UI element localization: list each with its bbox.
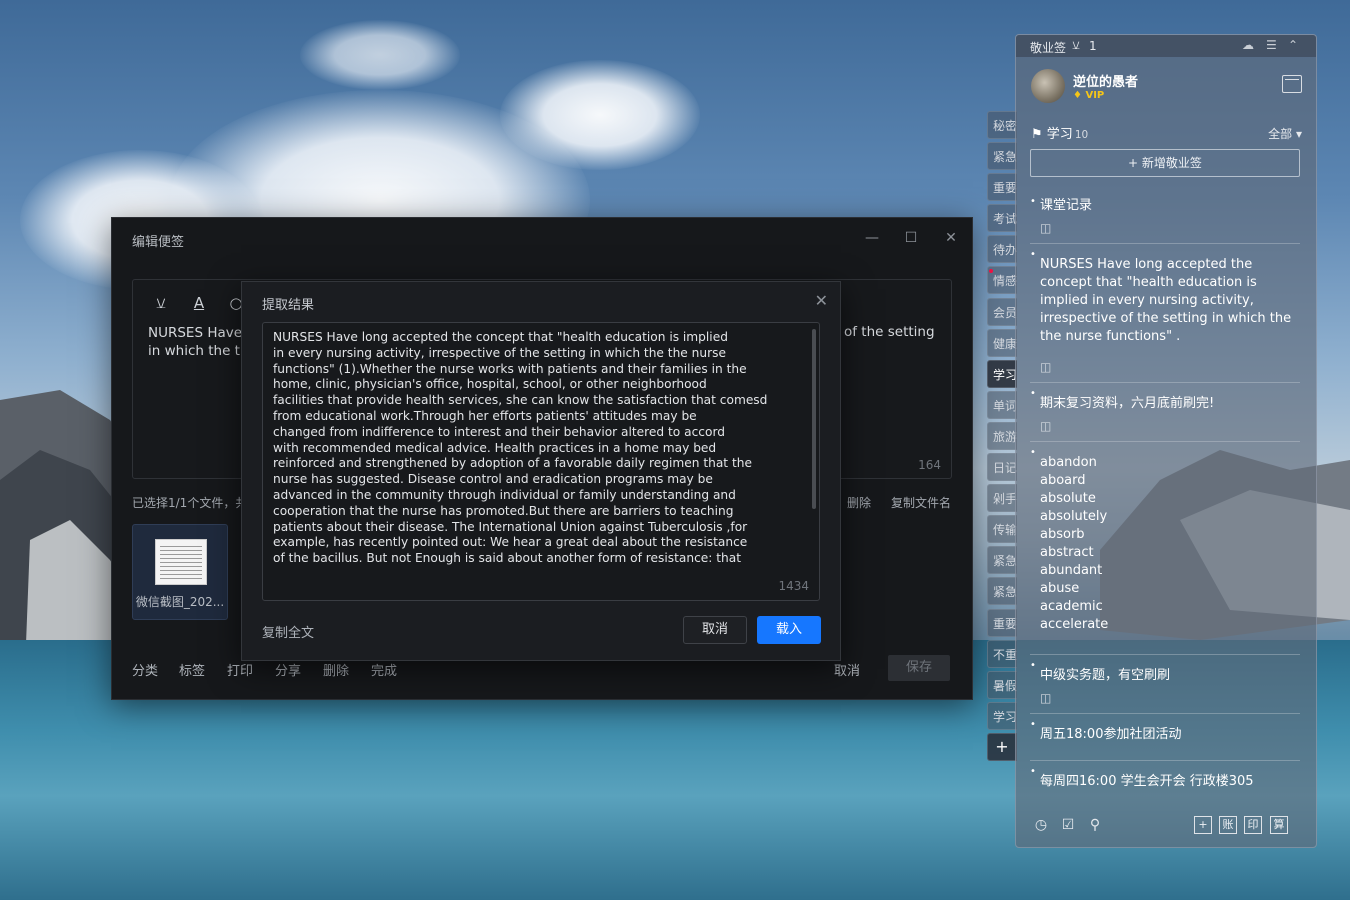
menu-icon[interactable]: ☰ [1266,38,1277,52]
copy-all-button[interactable]: 复制全文 [262,622,314,641]
tab-todo[interactable]: 待办 [987,235,1017,264]
tab-urgent-3[interactable]: 紧急 [987,577,1017,606]
filter-dropdown[interactable]: 全部 ▾ [1268,125,1302,142]
tab-shopping[interactable]: 剁手 [987,484,1017,513]
checklist-icon[interactable]: ☑ [1059,816,1077,834]
tab-diary[interactable]: 日记 [987,453,1017,482]
attachment-icon: ◫ [1040,691,1052,705]
bookmark-icon: ⚑ [1031,127,1043,142]
tab-important-2[interactable]: 重要 [987,608,1017,637]
avatar[interactable] [1031,69,1065,103]
attachment-thumbnail[interactable]: 微信截图_202... [132,524,228,620]
tab-not-important[interactable]: 不重 [987,639,1017,668]
list-item[interactable]: 中级实务题，有空刷刷 ◫ [1030,655,1300,714]
tab-summer[interactable]: 暑假 [987,670,1017,699]
window-title: 编辑便签 [132,235,185,250]
dialog-cancel-button[interactable]: 取消 [683,616,747,644]
note-text-right: of the setting [844,324,935,340]
thumbnail-label: 微信截图_202... [135,595,225,609]
panel-toolbar: ◷ ☑ ⚲ + 账 印 算 [1016,805,1316,847]
char-count: 164 [918,458,941,472]
maximize-button[interactable]: ☐ [899,226,923,250]
dialog-title: 提取结果 [262,298,315,313]
load-button[interactable]: 载入 [757,616,821,644]
screenshot-preview [155,539,207,585]
bell-icon[interactable]: ⚺ [152,294,170,312]
list-item[interactable]: 课堂记录 ◫ [1030,191,1300,244]
delete-file-link[interactable]: 删除 [847,494,871,511]
category-name: 学习 [1046,127,1073,142]
search-icon[interactable]: ⚲ [1086,816,1104,834]
list-item[interactable]: NURSES Have long accepted the concept th… [1030,244,1300,383]
delete-button[interactable]: 删除 [323,660,349,679]
add-box-button[interactable]: + [1194,816,1212,834]
tab-transfer[interactable]: 传输 [987,515,1017,544]
cancel-button[interactable]: 取消 [834,660,860,679]
extracted-text: NURSES Have long accepted the concept th… [273,330,768,566]
add-category-button[interactable]: + [987,732,1017,761]
tab-study[interactable]: 学习 [987,359,1017,388]
char-count: 1434 [778,579,809,593]
tab-travel[interactable]: 旅游 [987,421,1017,450]
minimize-button[interactable]: — [860,226,884,250]
note-list: 课堂记录 ◫ NURSES Have long accepted the con… [1030,191,1300,799]
tab-urgent[interactable]: 紧急 [987,142,1017,171]
tab-urgent-2[interactable]: 紧急 [987,546,1017,575]
copy-filename-link[interactable]: 复制文件名 [891,494,951,511]
username: 逆位的愚者 [1073,75,1139,90]
tag-button[interactable]: 标签 [179,660,205,679]
close-button[interactable]: ✕ [939,226,963,250]
account-button[interactable]: 账 [1219,816,1237,834]
category-button[interactable]: 分类 [132,660,158,679]
extract-result-dialog: 提取结果 ✕ NURSES Have long accepted the con… [241,281,841,661]
list-item[interactable]: 每周四16:00 学生会开会 行政楼305 [1030,761,1300,799]
category-count: 10 [1074,129,1089,141]
notification-icon[interactable]: ⚺ [1072,38,1080,53]
selection-info: 已选择1/1个文件，共 [132,496,248,510]
calendar-icon[interactable] [1282,75,1302,93]
app-name: 敬业签 [1030,41,1067,55]
note-text: NURSES Have l in which the th [148,325,251,359]
category-tabs: 秘密 紧急 重要 考试 待办 情感 会员 健康 学习 单词 旅游 日记 剁手 传… [987,111,1017,761]
attachment-icon: ◫ [1040,360,1052,374]
tab-secret[interactable]: 秘密 [987,111,1017,139]
done-button[interactable]: 完成 [371,660,397,679]
attachment-icon: ◫ [1040,419,1052,433]
print-button[interactable]: 印 [1244,816,1262,834]
attachment-icon: ◫ [1040,221,1052,235]
clock-icon[interactable]: ◷ [1032,816,1050,834]
list-item[interactable]: 周五18:00参加社团活动 [1030,714,1300,761]
panel-titlebar: 敬业签 ⚺ 1 ☁ ☰ ⌃ [1016,35,1316,57]
tab-health[interactable]: 健康 [987,328,1017,357]
current-category: ⚑ 学习 10 [1031,123,1088,142]
list-item[interactable]: abandon aboard absolute absolutely absor… [1030,442,1300,655]
calculate-button[interactable]: 算 [1270,816,1288,834]
vip-badge: ♦ VIP [1073,90,1105,101]
tab-member[interactable]: 会员 [987,297,1017,326]
share-button[interactable]: 分享 [275,660,301,679]
cloud-sync-icon[interactable]: ☁ [1242,38,1254,52]
save-button[interactable]: 保存 [888,655,950,681]
close-icon[interactable]: ✕ [815,291,828,310]
tab-emotion[interactable]: 情感 [987,266,1017,295]
extracted-text-area[interactable]: NURSES Have long accepted the concept th… [262,322,820,601]
scrollbar[interactable] [812,329,816,509]
new-note-button[interactable]: + 新增敬业签 [1030,149,1300,177]
collapse-icon[interactable]: ⌃ [1288,38,1298,52]
notification-count: 1 [1089,39,1097,53]
font-style-icon[interactable]: A [190,294,208,312]
print-button[interactable]: 打印 [227,660,253,679]
tab-important[interactable]: 重要 [987,173,1017,202]
list-item[interactable]: 期末复习资料，六月底前刷完! ◫ [1030,383,1300,442]
sticky-notes-panel: 敬业签 ⚺ 1 ☁ ☰ ⌃ 逆位的愚者 ♦ VIP ⚑ 学习 10 全部 ▾ + … [1015,34,1317,848]
tab-exam[interactable]: 考试 [987,204,1017,233]
tab-words[interactable]: 单词 [987,390,1017,419]
tab-study-2[interactable]: 学习 [987,701,1017,730]
